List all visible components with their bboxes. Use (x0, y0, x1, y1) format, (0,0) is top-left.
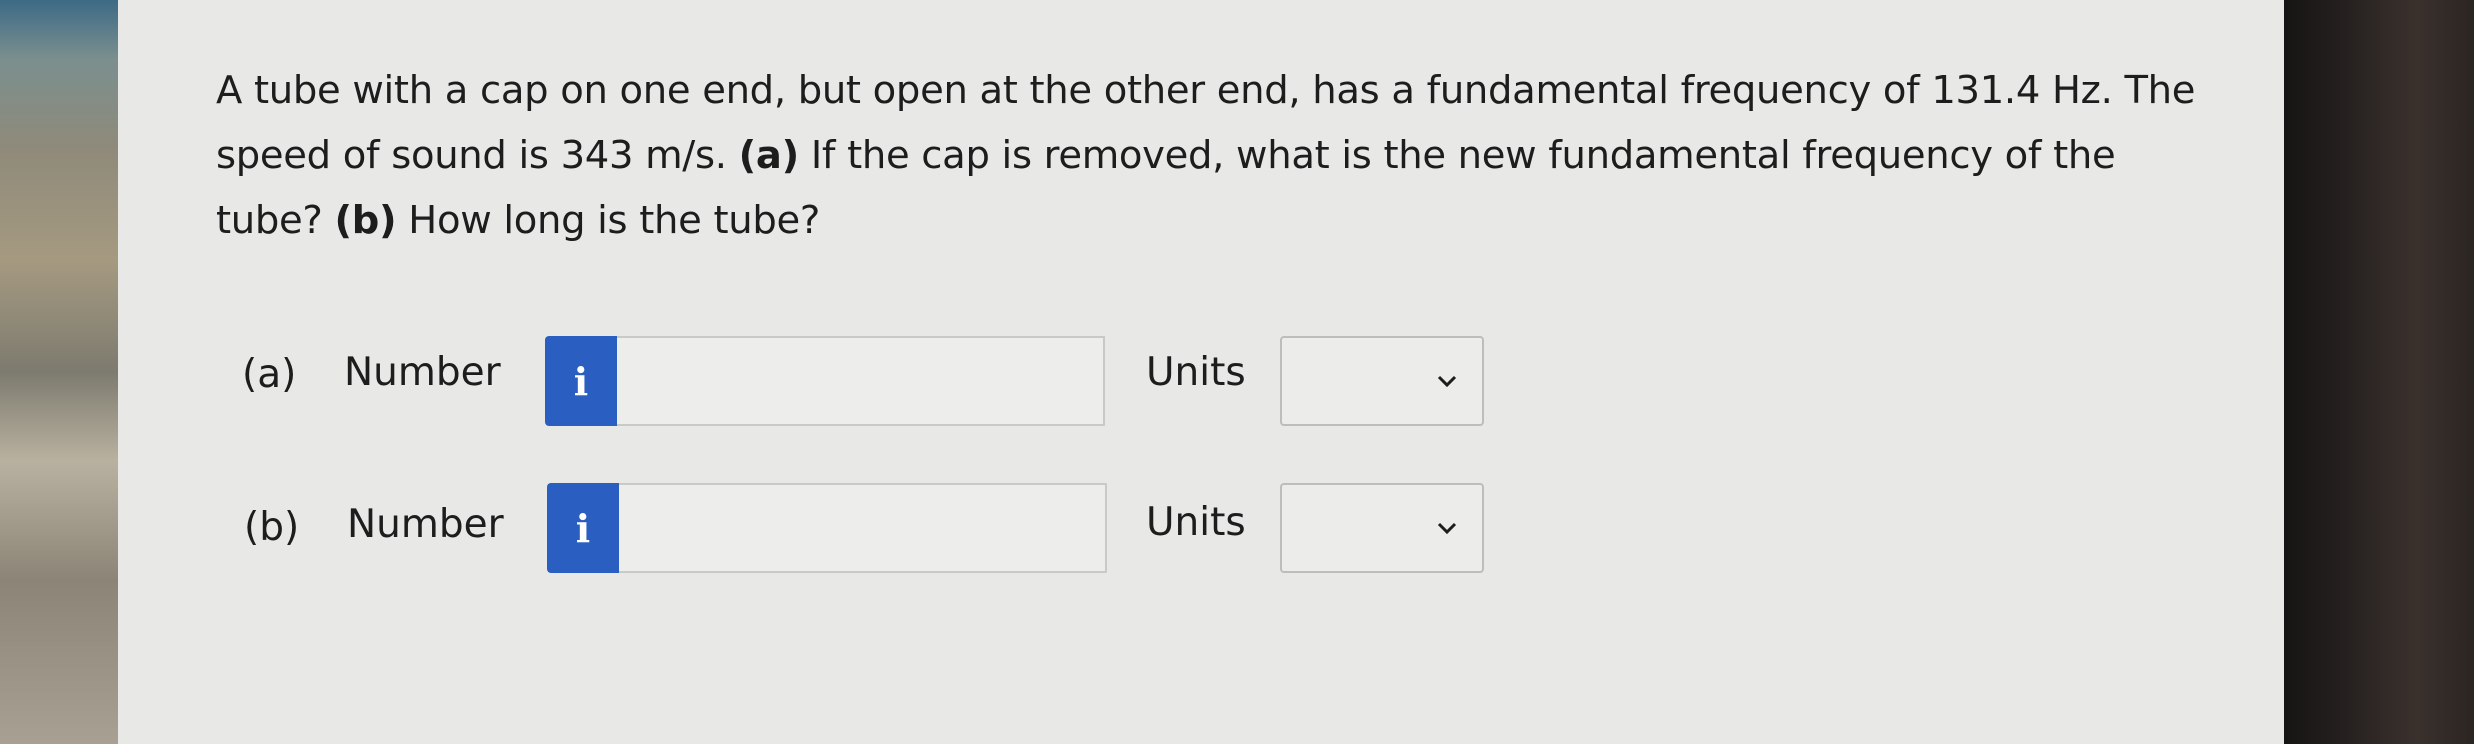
number-label: Number (344, 350, 501, 395)
units-label: Units (1146, 350, 1246, 395)
number-input[interactable] (619, 483, 1107, 573)
part-a-marker: (a) (738, 133, 800, 178)
info-icon: i (575, 505, 591, 551)
part-label: (b) (244, 505, 300, 550)
question-line-3: tube? (216, 198, 335, 243)
question-line-1: A tube with a cap on one end, but open a… (216, 68, 2196, 113)
number-input[interactable] (617, 336, 1105, 426)
question-line-2: speed of sound is 343 m/s. (216, 133, 739, 178)
info-button[interactable]: i (545, 336, 617, 426)
info-icon: i (573, 358, 589, 404)
background-right (2280, 0, 2474, 744)
question-text: A tube with a cap on one end, but open a… (216, 58, 2236, 253)
number-label: Number (347, 502, 504, 547)
info-button[interactable]: i (547, 483, 619, 573)
chevron-down-icon (1437, 522, 1457, 535)
units-dropdown[interactable] (1280, 336, 1484, 426)
question-part-a: If the cap is removed, what is the new f… (798, 133, 2116, 178)
part-label: (a) (242, 352, 297, 397)
chevron-down-icon (1437, 375, 1457, 388)
units-dropdown[interactable] (1280, 483, 1484, 573)
question-part-b: How long is the tube? (396, 198, 821, 243)
part-b-marker: (b) (334, 198, 397, 243)
background-left (0, 0, 128, 744)
units-label: Units (1146, 500, 1246, 545)
